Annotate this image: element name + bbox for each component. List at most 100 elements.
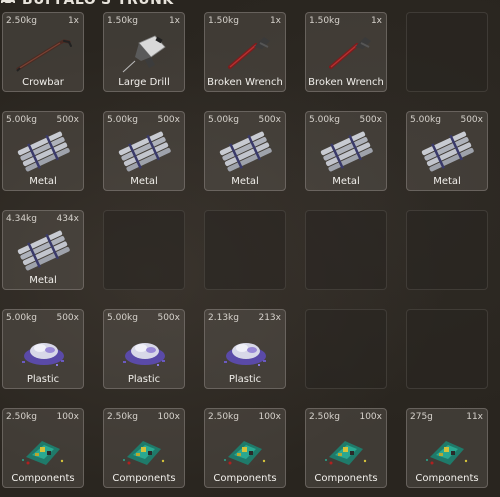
item-quantity: 500x — [359, 115, 382, 125]
components-icon — [14, 427, 74, 469]
inventory-slot[interactable]: 5.00kg 500x Metal — [204, 111, 286, 191]
components-icon — [418, 427, 478, 469]
item-weight: 2.13kg — [208, 313, 239, 323]
item-name: Metal — [29, 275, 57, 286]
inventory-slot[interactable]: 1.50kg 1x Broken Wrench — [204, 12, 286, 92]
item-name: Large Drill — [118, 77, 170, 88]
metal-bars-icon — [115, 130, 175, 172]
inventory-slot[interactable]: 2.50kg 100x Components — [305, 408, 387, 488]
inventory-slot[interactable]: 5.00kg 500x Plastic — [2, 309, 84, 389]
components-icon — [115, 427, 175, 469]
inventory-slot[interactable]: 4.34kg 434x Metal — [2, 210, 84, 290]
metal-bars-icon — [216, 130, 276, 172]
item-name: Metal — [231, 176, 259, 187]
item-name: Plastic — [127, 374, 161, 385]
item-name: Metal — [130, 176, 158, 187]
inventory-slot[interactable]: 1.50kg 1x Broken Wrench — [305, 12, 387, 92]
empty-slot[interactable] — [103, 210, 185, 290]
inventory-slot[interactable]: 2.50kg 100x Components — [204, 408, 286, 488]
inventory-slot[interactable]: 2.50kg 100x Components — [2, 408, 84, 488]
item-quantity: 500x — [157, 115, 180, 125]
item-weight: 2.50kg — [107, 412, 138, 422]
item-name: Crowbar — [22, 77, 64, 88]
item-name: Components — [112, 473, 176, 484]
inventory-slot[interactable]: 5.00kg 500x Metal — [2, 111, 84, 191]
wrench-icon — [216, 31, 276, 73]
item-name: Metal — [433, 176, 461, 187]
inventory-slot[interactable]: 5.00kg 500x Metal — [406, 111, 488, 191]
item-weight: 1.50kg — [208, 16, 239, 26]
item-quantity: 500x — [56, 313, 79, 323]
item-quantity: 100x — [157, 412, 180, 422]
item-quantity: 434x — [56, 214, 79, 224]
item-quantity: 100x — [56, 412, 79, 422]
item-weight: 4.34kg — [6, 214, 37, 224]
item-name: Metal — [29, 176, 57, 187]
item-weight: 5.00kg — [208, 115, 239, 125]
components-icon — [216, 427, 276, 469]
item-weight: 1.50kg — [309, 16, 340, 26]
item-quantity: 1x — [168, 16, 180, 26]
item-quantity: 500x — [157, 313, 180, 323]
item-weight: 2.50kg — [208, 412, 239, 422]
metal-bars-icon — [317, 130, 377, 172]
item-name: Components — [415, 473, 479, 484]
inventory-slot[interactable]: 2.50kg 1x Crowbar — [2, 12, 84, 92]
metal-bars-icon — [14, 229, 74, 271]
empty-slot[interactable] — [305, 210, 387, 290]
inventory-grid: 2.50kg 1x Crowbar 1.50kg 1x Large Drill 1.50kg… — [2, 12, 488, 488]
item-quantity: 100x — [258, 412, 281, 422]
item-quantity: 1x — [370, 16, 382, 26]
empty-slot[interactable] — [406, 309, 488, 389]
item-name: Broken Wrench — [308, 77, 384, 88]
components-icon — [317, 427, 377, 469]
item-weight: 1.50kg — [107, 16, 138, 26]
item-weight: 5.00kg — [6, 313, 37, 323]
item-quantity: 500x — [258, 115, 281, 125]
item-weight: 2.50kg — [309, 412, 340, 422]
plastic-pile-icon — [14, 328, 74, 370]
empty-slot[interactable] — [305, 309, 387, 389]
item-name: Plastic — [26, 374, 60, 385]
item-name: Plastic — [228, 374, 262, 385]
empty-slot[interactable] — [406, 210, 488, 290]
item-weight: 5.00kg — [410, 115, 441, 125]
item-weight: 5.00kg — [107, 313, 138, 323]
inventory-slot[interactable]: 5.00kg 500x Plastic — [103, 309, 185, 389]
inventory-slot[interactable]: 1.50kg 1x Large Drill — [103, 12, 185, 92]
crowbar-icon — [14, 31, 74, 73]
metal-bars-icon — [418, 130, 478, 172]
trunk-inventory-panel: BUFFALO'S TRUNK 2.50kg 1x Crowbar 1.50kg 1x L… — [0, 0, 500, 497]
item-name: Metal — [332, 176, 360, 187]
item-quantity: 1x — [269, 16, 281, 26]
wrench-icon — [317, 31, 377, 73]
inventory-slot[interactable]: 2.50kg 100x Components — [103, 408, 185, 488]
item-quantity: 1x — [67, 16, 79, 26]
drill-icon — [115, 31, 175, 73]
item-weight: 2.50kg — [6, 412, 37, 422]
metal-bars-icon — [14, 130, 74, 172]
item-weight: 5.00kg — [107, 115, 138, 125]
inventory-title: BUFFALO'S TRUNK — [22, 0, 174, 8]
item-weight: 5.00kg — [309, 115, 340, 125]
item-name: Components — [314, 473, 378, 484]
item-weight: 2.50kg — [6, 16, 37, 26]
item-quantity: 11x — [466, 412, 483, 422]
car-icon — [1, 0, 15, 5]
plastic-pile-icon — [115, 328, 175, 370]
item-quantity: 500x — [56, 115, 79, 125]
empty-slot[interactable] — [406, 12, 488, 92]
item-name: Components — [213, 473, 277, 484]
inventory-header: BUFFALO'S TRUNK — [0, 0, 174, 8]
empty-slot[interactable] — [204, 210, 286, 290]
inventory-slot[interactable]: 5.00kg 500x Metal — [305, 111, 387, 191]
inventory-slot[interactable]: 275g 11x Components — [406, 408, 488, 488]
inventory-slot[interactable]: 2.13kg 213x Plastic — [204, 309, 286, 389]
item-weight: 5.00kg — [6, 115, 37, 125]
item-quantity: 500x — [460, 115, 483, 125]
item-weight: 275g — [410, 412, 433, 422]
plastic-pile-icon — [216, 328, 276, 370]
inventory-slot[interactable]: 5.00kg 500x Metal — [103, 111, 185, 191]
item-quantity: 213x — [258, 313, 281, 323]
item-quantity: 100x — [359, 412, 382, 422]
